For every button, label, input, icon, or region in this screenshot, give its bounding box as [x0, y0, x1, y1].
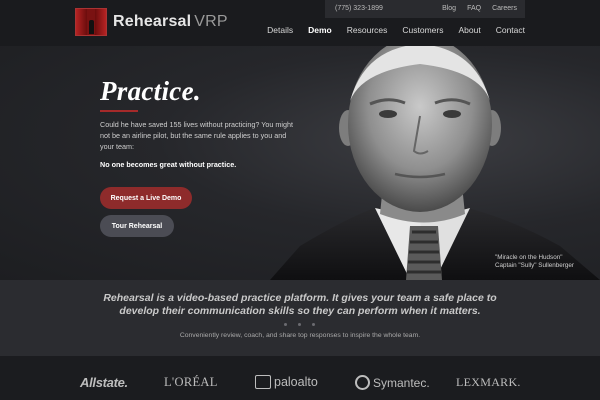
loreal-logo: L'ORÉAL: [164, 375, 218, 389]
hero-divider: [100, 110, 138, 112]
hero-body-text: Could he have saved 155 lives without pr…: [100, 120, 293, 151]
nav-resources[interactable]: Resources: [347, 25, 388, 35]
carousel-dots: [284, 323, 315, 326]
portrait-photo: [270, 46, 600, 280]
symantec-logo: Symantec.: [355, 375, 430, 390]
hero: Practice. Could he have saved 155 lives …: [0, 46, 600, 280]
checkmark-circle-icon: [355, 375, 370, 390]
allstate-logo: Allstate.: [80, 375, 128, 390]
main-nav: Details Demo Resources Customers About C…: [267, 25, 525, 35]
hero-title: Practice.: [100, 76, 201, 106]
tagline-band: Rehearsal is a video-based practice plat…: [0, 280, 600, 356]
client-logos: Allstate. L'ORÉAL paloalto Symantec. LEX…: [0, 356, 600, 400]
utility-link-faq[interactable]: FAQ: [467, 5, 481, 12]
hero-emphasis-text: No one becomes great without practice.: [100, 160, 237, 169]
brand-suffix: VRP: [194, 13, 228, 30]
brand-name: Rehearsal VRP: [113, 13, 228, 30]
nav-details[interactable]: Details: [267, 25, 293, 35]
tagline-subtext: Conveniently review, coach, and share to…: [179, 332, 421, 339]
tagline: Rehearsal is a video-based practice plat…: [103, 292, 497, 317]
photo-caption: "Miracle on the Hudson" Captain "Sully" …: [494, 254, 574, 269]
nav-demo[interactable]: Demo: [308, 25, 332, 35]
paloalto-mark-icon: [255, 375, 271, 389]
paloalto-logo: paloalto: [255, 375, 318, 389]
tour-rehearsal-button[interactable]: Tour Rehearsal: [100, 215, 174, 237]
theater-curtain-icon: [75, 8, 107, 36]
request-demo-button[interactable]: Request a Live Demo: [100, 187, 192, 209]
lexmark-logo: LEXMARK.: [456, 375, 521, 389]
nav-contact[interactable]: Contact: [496, 25, 525, 35]
carousel-dot[interactable]: [312, 323, 315, 326]
carousel-dot[interactable]: [284, 323, 287, 326]
utility-link-blog[interactable]: Blog: [442, 5, 456, 12]
logo[interactable]: Rehearsal VRP: [75, 8, 228, 36]
nav-about[interactable]: About: [458, 25, 480, 35]
nav-customers[interactable]: Customers: [402, 25, 443, 35]
site-header: Rehearsal VRP (775) 323-1899 Blog FAQ Car…: [0, 0, 600, 46]
utility-link-careers[interactable]: Careers: [492, 5, 517, 12]
phone-number: (775) 323-1899: [335, 5, 383, 12]
utility-bar: (775) 323-1899 Blog FAQ Careers: [325, 0, 525, 18]
carousel-dot[interactable]: [298, 323, 301, 326]
